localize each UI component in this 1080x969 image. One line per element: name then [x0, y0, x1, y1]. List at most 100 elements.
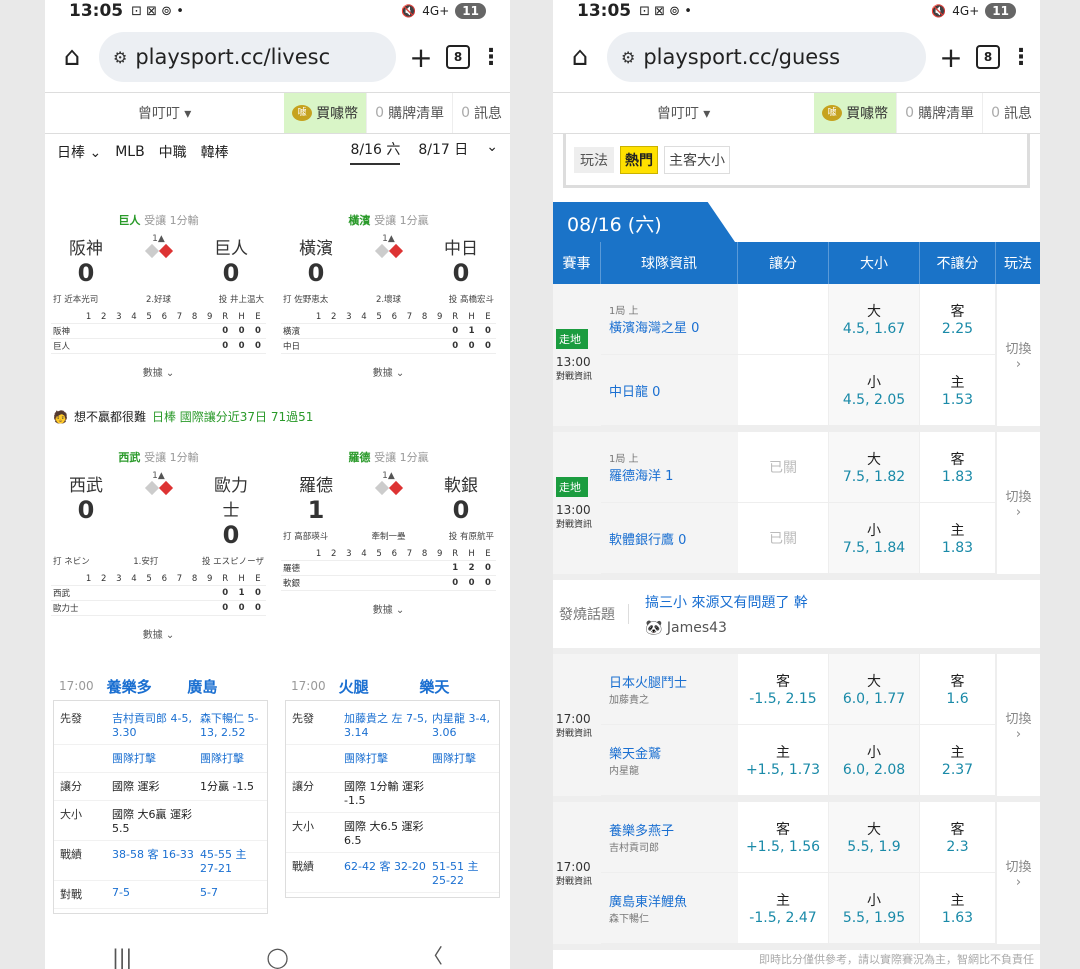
tab-league-cpbl[interactable]: 中職	[159, 142, 187, 162]
hot-topic-title[interactable]: 搞三小 來源又有問題了 幹	[645, 592, 808, 612]
url-field[interactable]: ⚙ playsport.cc/livesc	[99, 32, 396, 82]
analyst-note[interactable]: 🧑 想不贏都很難 日棒 國際讓分近37日 71過51	[53, 408, 313, 425]
moneyline-cell[interactable]: 客 1.6	[920, 654, 996, 724]
menu-icon[interactable]: ⋮	[480, 45, 502, 70]
site-settings-icon[interactable]: ⚙	[621, 48, 635, 67]
total-cell[interactable]: 小 5.5, 1.95	[829, 873, 920, 943]
switch-button[interactable]: 切換 ›	[996, 802, 1040, 944]
row-value-2[interactable]: 團隊打擊	[200, 750, 261, 767]
total-cell[interactable]: 大 7.5, 1.82	[829, 432, 920, 502]
stats-toggle[interactable]: 數據 ⌄	[51, 626, 266, 641]
moneyline-cell[interactable]: 主 1.63	[920, 873, 996, 943]
spread-cell[interactable]: 客 -1.5, 2.15	[738, 654, 829, 724]
moneyline-cell[interactable]: 客 1.83	[920, 432, 996, 502]
switch-button[interactable]: 切換 ›	[996, 654, 1040, 796]
team-info[interactable]: 1局 上橫濱海灣之星 0	[601, 284, 738, 354]
hot-filter-button[interactable]: 熱門	[620, 145, 658, 174]
team-name[interactable]: 樂天金鷲	[609, 743, 730, 762]
matchup-link[interactable]: 對戰資訊	[556, 726, 601, 739]
menu-icon[interactable]: ⋮	[1010, 45, 1032, 70]
total-cell[interactable]: 大 4.5, 1.67	[829, 284, 920, 354]
chevron-down-icon[interactable]: ⌄	[486, 139, 498, 165]
tab-league-jpn[interactable]: 日棒 ⌄	[57, 142, 101, 162]
total-cell[interactable]: 小 7.5, 1.84	[829, 503, 920, 573]
switch-button[interactable]: 切換 ›	[996, 284, 1040, 426]
new-tab-icon[interactable]: +	[406, 41, 436, 74]
matchup-link[interactable]: 對戰資訊	[556, 517, 601, 530]
team-info[interactable]: 1局 上羅德海洋 1	[601, 432, 738, 502]
home-nav-icon[interactable]: ◯	[266, 945, 288, 969]
team-name[interactable]: 羅德海洋 1	[609, 465, 730, 484]
live-game-card[interactable]: 橫濱 受讓 1分贏 橫濱 0 1▲ 中日 0 打 佐野恵太 2.壞球投 髙橋宏斗 1 2 3 4 5 6 7…	[281, 212, 496, 379]
date-tab-1[interactable]: 8/16 六	[350, 139, 401, 165]
row-value-1[interactable]: 團隊打擊	[344, 750, 432, 767]
stats-toggle[interactable]: 數據 ⌄	[281, 601, 496, 616]
matchup-link[interactable]: 對戰資訊	[556, 874, 601, 887]
messages-link[interactable]: 0 訊息	[452, 93, 510, 133]
tab-league-mlb[interactable]: MLB	[115, 144, 144, 160]
team-1[interactable]: 火腿	[339, 676, 420, 697]
col-play-tab[interactable]: 玩法	[996, 242, 1040, 284]
row-value-1[interactable]: 團隊打擊	[112, 750, 200, 767]
total-cell[interactable]: 小 6.0, 2.08	[829, 725, 920, 795]
buy-coins-button[interactable]: 噱買噱幣	[814, 93, 897, 133]
messages-link[interactable]: 0 訊息	[982, 93, 1040, 133]
cart-link[interactable]: 0 購牌清單	[896, 93, 982, 133]
site-settings-icon[interactable]: ⚙	[113, 48, 127, 67]
team-name[interactable]: 橫濱海灣之星 0	[609, 317, 730, 336]
hot-topic[interactable]: 發燒話題 搞三小 來源又有問題了 幹 🐼 James43	[553, 580, 1040, 654]
date-tab-2[interactable]: 8/17 日	[418, 139, 468, 165]
home-icon[interactable]: ⌂	[55, 42, 89, 72]
spread-cell[interactable]: 已關	[738, 503, 829, 573]
spread-cell[interactable]: 已關	[738, 432, 829, 502]
recents-icon[interactable]: |||	[112, 945, 132, 969]
team-name[interactable]: 日本火腿鬥士	[609, 672, 730, 691]
home-icon[interactable]: ⌂	[563, 42, 597, 72]
spread-cell[interactable]: 主 +1.5, 1.73	[738, 725, 829, 795]
team-name[interactable]: 養樂多燕子	[609, 820, 730, 839]
tab-switcher-button[interactable]: 8	[446, 45, 470, 69]
total-cell[interactable]: 大 6.0, 1.77	[829, 654, 920, 724]
team-info[interactable]: 軟體銀行鷹 0	[601, 503, 738, 573]
team-info[interactable]: 日本火腿鬥士 加藤貴之	[601, 654, 738, 724]
new-tab-icon[interactable]: +	[936, 41, 966, 74]
total-cell[interactable]: 小 4.5, 2.05	[829, 355, 920, 425]
live-game-card[interactable]: 羅德 受讓 1分贏 羅德 1 1▲ 軟銀 0 打 高部瑛斗 牽制一壘投 有原航平 1 2 3 4 5 6 7…	[281, 449, 496, 616]
moneyline-cell[interactable]: 主 1.83	[920, 503, 996, 573]
team-2[interactable]: 樂天	[419, 676, 500, 697]
live-game-card[interactable]: 西武 受讓 1分輸 西武 0 1▲ 歐力士 0 打 ネビン 1.安打投 エスピノーザ 1 2 3 4 5…	[51, 449, 266, 641]
spread-cell[interactable]	[738, 355, 829, 425]
team-info[interactable]: 廣島東洋鯉魚 森下暢仁	[601, 873, 738, 943]
team-info[interactable]: 樂天金鷲 内星龍	[601, 725, 738, 795]
team-name[interactable]: 中日龍 0	[609, 381, 730, 400]
moneyline-cell[interactable]: 客 2.3	[920, 802, 996, 872]
row-value-2[interactable]: 團隊打擊	[432, 750, 493, 767]
team-info[interactable]: 中日龍 0	[601, 355, 738, 425]
url-field[interactable]: ⚙ playsport.cc/guess	[607, 32, 926, 82]
live-game-card[interactable]: 巨人 受讓 1分輸 阪神 0 1▲ 巨人 0 打 近本光司 2.好球投 井上温大 1 2 3 4 5 6 7…	[51, 212, 266, 379]
team-2[interactable]: 廣島	[187, 676, 268, 697]
team-info[interactable]: 養樂多燕子 吉村貢司郎	[601, 802, 738, 872]
total-cell[interactable]: 大 5.5, 1.9	[829, 802, 920, 872]
matchup-link[interactable]: 對戰資訊	[556, 369, 601, 382]
team-name[interactable]: 軟體銀行鷹 0	[609, 529, 730, 548]
switch-button[interactable]: 切換 ›	[996, 432, 1040, 574]
tab-league-kbo[interactable]: 韓棒	[201, 142, 229, 162]
home-over-filter-button[interactable]: 主客大小	[664, 145, 730, 174]
back-icon[interactable]: 〈	[423, 940, 443, 969]
spread-cell[interactable]: 客 +1.5, 1.56	[738, 802, 829, 872]
stats-toggle[interactable]: 數據 ⌄	[51, 364, 266, 379]
tab-switcher-button[interactable]: 8	[976, 45, 1000, 69]
moneyline-cell[interactable]: 主 2.37	[920, 725, 996, 795]
team-1[interactable]: 養樂多	[107, 676, 188, 697]
moneyline-cell[interactable]: 主 1.53	[920, 355, 996, 425]
buy-coins-button[interactable]: 噱買噱幣	[284, 93, 367, 133]
moneyline-cell[interactable]: 客 2.25	[920, 284, 996, 354]
user-menu[interactable]: 曾叮叮 ▾	[553, 93, 814, 133]
spread-cell[interactable]: 主 -1.5, 2.47	[738, 873, 829, 943]
cart-link[interactable]: 0 購牌清單	[366, 93, 452, 133]
team-name[interactable]: 廣島東洋鯉魚	[609, 891, 730, 910]
spread-cell[interactable]	[738, 284, 829, 354]
stats-toggle[interactable]: 數據 ⌄	[281, 364, 496, 379]
user-menu[interactable]: 曾叮叮 ▾	[45, 93, 284, 133]
